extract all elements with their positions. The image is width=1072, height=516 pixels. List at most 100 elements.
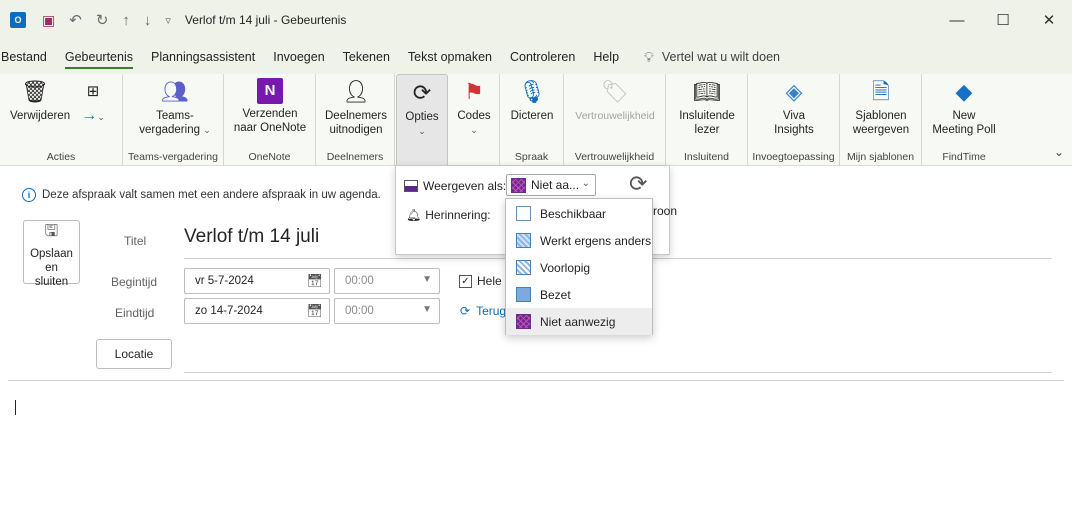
end-date-field[interactable]: zo 14-7-2024 📅︎ <box>184 298 330 324</box>
start-time-field[interactable]: 00:00 ▼ <box>334 268 440 294</box>
viva-insights-icon: ◈ <box>785 79 803 104</box>
tab-invoegen[interactable]: Invoegen <box>264 40 333 74</box>
title-bar: O ▣ ↶ ↻ ↑ ↓ ▿ Verlof t/m 14 juli - Gebeu… <box>0 0 1072 40</box>
tab-bestand[interactable]: Bestand <box>0 40 56 74</box>
conflict-info-bar: i Deze afspraak valt samen met een ander… <box>22 188 381 202</box>
customize-toolbar-icon[interactable]: ▿ <box>165 14 171 27</box>
show-as-label: Weergeven als: <box>423 179 507 193</box>
busy-swatch-icon <box>516 287 531 302</box>
immersive-reader-icon: 📖︎ <box>693 79 721 104</box>
arrow-down-icon[interactable]: ↓ <box>144 12 152 29</box>
menu-item-free[interactable]: Beschikbaar <box>506 200 652 227</box>
tab-tekenen[interactable]: Tekenen <box>334 40 399 74</box>
calendar-grid-icon: ⊞ <box>86 83 100 100</box>
invite-attendees-button[interactable]: 👤︎ Deelnemers uitnodigen <box>320 76 392 137</box>
window-controls: — ☐ ✕ <box>934 0 1072 40</box>
location-button[interactable]: Locatie <box>96 339 172 369</box>
save-close-icon: 🖫︎ <box>44 223 59 240</box>
group-insluitend: 📖︎ Insluitende lezer Insluitend <box>666 74 748 166</box>
sensitivity-button[interactable]: 🏷︎ Vertrouwelijkheid <box>568 76 662 123</box>
close-button[interactable]: ✕ <box>1026 0 1072 40</box>
arrow-up-icon[interactable]: ↑ <box>122 12 130 29</box>
chevron-down-icon: ⌄ <box>203 125 211 135</box>
flag-icon: ⚑ <box>464 79 484 104</box>
forward-button[interactable]: ⊞ →⌄ <box>78 76 108 124</box>
group-deelnemers: 👤︎ Deelnemers uitnodigen Deelnemers <box>316 74 395 166</box>
chevron-down-icon[interactable]: ▼ <box>422 304 432 315</box>
immersive-reader-button[interactable]: 📖︎ Insluitende lezer <box>672 76 742 137</box>
end-time-field[interactable]: 00:00 ▼ <box>334 298 440 324</box>
tab-controleren[interactable]: Controleren <box>501 40 584 74</box>
lightbulb-icon: 💡︎ <box>644 48 654 65</box>
group-teams: 👥︎ Teams- vergadering ⌄ Teams-vergaderin… <box>123 74 224 166</box>
options-button[interactable]: ⟳ Opties ⌄ <box>396 74 448 167</box>
calendar-icon[interactable]: 📅︎ <box>306 303 323 319</box>
menu-item-working-elsewhere[interactable]: Werkt ergens anders <box>506 227 652 254</box>
send-to-onenote-button[interactable]: N Verzenden naar OneNote <box>230 76 310 135</box>
collapse-ribbon-chevron-icon[interactable]: ⌄ <box>1054 145 1064 159</box>
calendar-icon[interactable]: 📅︎ <box>306 273 323 289</box>
start-time-label: Begintijd <box>111 275 158 289</box>
chevron-down-icon: ⌄ <box>581 178 590 189</box>
checkmark-icon: ✓ <box>459 274 472 288</box>
start-date-field[interactable]: vr 5-7-2024 📅︎ <box>184 268 330 294</box>
outlook-app-icon: O <box>10 12 26 28</box>
all-day-checkbox[interactable]: ✓ Hele <box>459 274 502 288</box>
delete-button[interactable]: 🗑︎ Verwijderen <box>10 76 70 123</box>
new-meeting-poll-button[interactable]: ◆ New Meeting Poll <box>926 76 1002 137</box>
minimize-button[interactable]: — <box>934 0 980 40</box>
group-spraak: 🎙︎ Dicteren Spraak <box>500 74 564 166</box>
sensitivity-icon: 🏷︎ <box>601 79 629 104</box>
conflict-message: Deze afspraak valt samen met een andere … <box>42 189 381 201</box>
window-title: Verlof t/m 14 juli - Gebeurtenis <box>184 13 347 27</box>
dictate-button[interactable]: 🎙︎ Dicteren <box>506 76 558 123</box>
menu-item-tentative[interactable]: Voorlopig <box>506 254 652 281</box>
show-as-row: Weergeven als: <box>404 179 506 193</box>
tab-planningsassistent[interactable]: Planningsassistent <box>142 40 264 74</box>
menu-item-out-of-office[interactable]: Niet aanwezig <box>506 308 652 335</box>
codes-button[interactable]: ⚑ Codes ⌄ <box>453 76 495 137</box>
tab-help[interactable]: Help <box>584 40 628 74</box>
show-as-menu: Beschikbaar Werkt ergens anders Voorlopi… <box>505 198 653 335</box>
group-invoegtoepassing: ◈ Viva Insights Invoegtoepassing <box>748 74 840 166</box>
tab-tekst-opmaken[interactable]: Tekst opmaken <box>399 40 501 74</box>
person-add-icon: 👤︎ <box>342 79 370 104</box>
teams-meeting-button[interactable]: 👥︎ Teams- vergadering ⌄ <box>135 76 215 137</box>
maximize-button[interactable]: ☐ <box>980 0 1026 40</box>
body-text-cursor[interactable] <box>15 400 16 415</box>
chevron-down-icon: ⌄ <box>418 126 426 136</box>
forward-arrow-icon: → <box>81 107 98 124</box>
undo-icon[interactable]: ↶ <box>69 11 82 29</box>
show-as-icon <box>404 180 418 192</box>
onenote-icon: N <box>257 78 283 104</box>
redo-icon[interactable]: ↻ <box>96 11 109 29</box>
recurrence-link[interactable]: ⟳ Terug <box>460 304 506 318</box>
body-separator <box>8 380 1064 381</box>
recurrence-button-icon[interactable]: ⟳ <box>629 171 647 197</box>
location-underline <box>184 372 1052 373</box>
tell-me-search[interactable]: 💡︎ Vertel wat u wilt doen <box>644 49 780 66</box>
tell-me-text: Vertel wat u wilt doen <box>661 50 780 64</box>
teams-icon: 👥︎ <box>161 79 189 104</box>
findtime-icon: ◆ <box>955 79 973 104</box>
chevron-down-icon[interactable]: ▼ <box>422 274 432 285</box>
templates-icon: 🗎︎ <box>872 79 890 104</box>
recurrence-small-icon: ⟳ <box>460 304 471 318</box>
end-time-label: Eindtijd <box>115 306 155 320</box>
group-acties: 🗑︎ Verwijderen ⊞ →⌄ Acties <box>0 74 123 166</box>
chevron-down-icon: ⌄ <box>470 125 478 135</box>
recurrence-icon: ⟳ <box>412 80 432 105</box>
tab-gebeurtenis[interactable]: Gebeurtenis <box>56 40 142 74</box>
group-opties: ⟳ Opties ⌄ ⚑ Codes ⌄ <box>395 74 500 167</box>
reminder-label: Herinnering: <box>425 208 491 222</box>
save-and-close-button[interactable]: 🖫︎ Opslaan en sluiten <box>23 220 80 288</box>
title-input[interactable]: Verlof t/m 14 juli <box>184 226 319 248</box>
save-icon[interactable]: ▣ <box>42 12 55 29</box>
view-templates-button[interactable]: 🗎︎ Sjablonen weergeven <box>846 76 916 137</box>
group-vertrouwelijkheid: 🏷︎ Vertrouwelijkheid Vertrouwelijkheid <box>564 74 666 166</box>
show-as-select[interactable]: Niet aa... ⌄ <box>506 174 596 196</box>
viva-insights-button[interactable]: ◈ Viva Insights <box>764 76 824 137</box>
tentative-swatch-icon <box>516 260 531 275</box>
quick-access-toolbar: ▣ ↶ ↻ ↑ ↓ ▿ <box>42 11 171 30</box>
menu-item-busy[interactable]: Bezet <box>506 281 652 308</box>
